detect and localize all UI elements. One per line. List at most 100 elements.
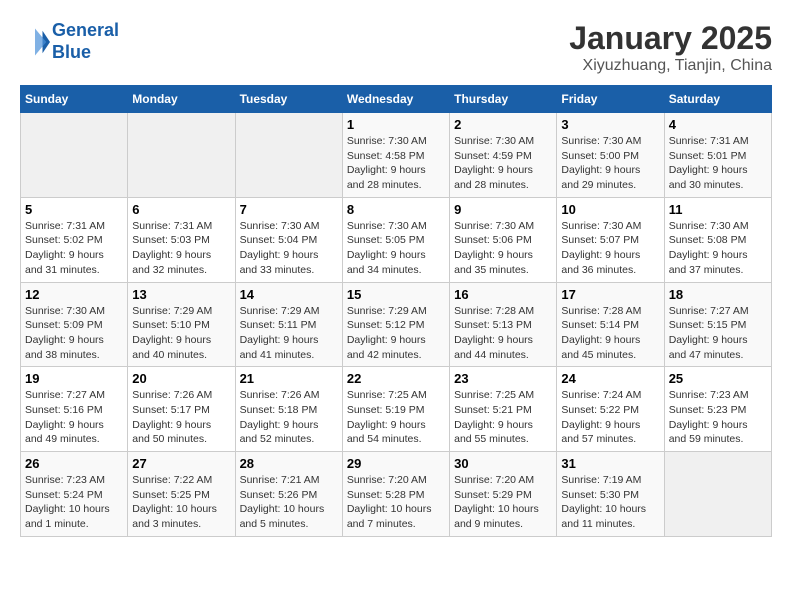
day-info: Sunrise: 7:26 AM Sunset: 5:17 PM Dayligh… bbox=[132, 388, 230, 447]
day-number: 26 bbox=[25, 456, 123, 471]
day-cell-15: 15 Sunrise: 7:29 AM Sunset: 5:12 PM Dayli… bbox=[342, 282, 449, 367]
day-number: 17 bbox=[561, 287, 659, 302]
week-row-4: 19 Sunrise: 7:27 AM Sunset: 5:16 PM Dayli… bbox=[21, 367, 772, 452]
day-header-sunday: Sunday bbox=[21, 86, 128, 113]
day-info: Sunrise: 7:25 AM Sunset: 5:21 PM Dayligh… bbox=[454, 388, 552, 447]
day-cell-26: 26 Sunrise: 7:23 AM Sunset: 5:24 PM Dayli… bbox=[21, 452, 128, 537]
day-cell-8: 8Sunrise: 7:30 AM Sunset: 5:05 PM Daylig… bbox=[342, 197, 449, 282]
day-info: Sunrise: 7:30 AM Sunset: 5:07 PM Dayligh… bbox=[561, 219, 659, 278]
day-cell-19: 19 Sunrise: 7:27 AM Sunset: 5:16 PM Dayli… bbox=[21, 367, 128, 452]
day-info: Sunrise: 7:29 AM Sunset: 5:12 PM Dayligh… bbox=[347, 304, 445, 363]
day-number: 14 bbox=[240, 287, 338, 302]
day-cell-29: 29 Sunrise: 7:20 AM Sunset: 5:28 PM Dayli… bbox=[342, 452, 449, 537]
month-title: January 2025 bbox=[569, 20, 772, 57]
day-info: Sunrise: 7:27 AM Sunset: 5:16 PM Dayligh… bbox=[25, 388, 123, 447]
day-number: 10 bbox=[561, 202, 659, 217]
empty-cell bbox=[235, 113, 342, 198]
day-info: Sunrise: 7:30 AM Sunset: 5:08 PM Dayligh… bbox=[669, 219, 767, 278]
day-info: Sunrise: 7:28 AM Sunset: 5:14 PM Dayligh… bbox=[561, 304, 659, 363]
day-info: Sunrise: 7:30 AM Sunset: 4:58 PM Dayligh… bbox=[347, 134, 445, 193]
day-cell-18: 18 Sunrise: 7:27 AM Sunset: 5:15 PM Dayli… bbox=[664, 282, 771, 367]
empty-cell bbox=[664, 452, 771, 537]
day-cell-6: 6 Sunrise: 7:31 AM Sunset: 5:03 PM Daylig… bbox=[128, 197, 235, 282]
day-cell-7: 7 Sunrise: 7:30 AM Sunset: 5:04 PM Daylig… bbox=[235, 197, 342, 282]
day-cell-10: 10 Sunrise: 7:30 AM Sunset: 5:07 PM Dayli… bbox=[557, 197, 664, 282]
day-number: 25 bbox=[669, 371, 767, 386]
day-cell-30: 30Sunrise: 7:20 AM Sunset: 5:29 PM Dayli… bbox=[450, 452, 557, 537]
day-number: 16 bbox=[454, 287, 552, 302]
week-row-3: 12Sunrise: 7:30 AM Sunset: 5:09 PM Dayli… bbox=[21, 282, 772, 367]
day-cell-14: 14 Sunrise: 7:29 AM Sunset: 5:11 PM Dayli… bbox=[235, 282, 342, 367]
day-number: 21 bbox=[240, 371, 338, 386]
day-info: Sunrise: 7:30 AM Sunset: 4:59 PM Dayligh… bbox=[454, 134, 552, 193]
day-number: 11 bbox=[669, 202, 767, 217]
days-header-row: SundayMondayTuesdayWednesdayThursdayFrid… bbox=[21, 86, 772, 113]
day-info: Sunrise: 7:23 AM Sunset: 5:23 PM Dayligh… bbox=[669, 388, 767, 447]
day-info: Sunrise: 7:29 AM Sunset: 5:11 PM Dayligh… bbox=[240, 304, 338, 363]
day-cell-20: 20Sunrise: 7:26 AM Sunset: 5:17 PM Dayli… bbox=[128, 367, 235, 452]
day-number: 7 bbox=[240, 202, 338, 217]
day-info: Sunrise: 7:27 AM Sunset: 5:15 PM Dayligh… bbox=[669, 304, 767, 363]
day-info: Sunrise: 7:21 AM Sunset: 5:26 PM Dayligh… bbox=[240, 473, 338, 532]
day-info: Sunrise: 7:31 AM Sunset: 5:03 PM Dayligh… bbox=[132, 219, 230, 278]
week-row-5: 26 Sunrise: 7:23 AM Sunset: 5:24 PM Dayli… bbox=[21, 452, 772, 537]
logo-icon bbox=[20, 27, 50, 57]
day-number: 24 bbox=[561, 371, 659, 386]
day-cell-13: 13 Sunrise: 7:29 AM Sunset: 5:10 PM Dayli… bbox=[128, 282, 235, 367]
day-header-thursday: Thursday bbox=[450, 86, 557, 113]
day-cell-25: 25 Sunrise: 7:23 AM Sunset: 5:23 PM Dayli… bbox=[664, 367, 771, 452]
day-number: 4 bbox=[669, 117, 767, 132]
logo-line1: General bbox=[52, 20, 119, 40]
day-cell-5: 5 Sunrise: 7:31 AM Sunset: 5:02 PM Daylig… bbox=[21, 197, 128, 282]
page-header: General Blue January 2025 Xiyuzhuang, Ti… bbox=[20, 20, 772, 75]
day-cell-1: 1 Sunrise: 7:30 AM Sunset: 4:58 PM Daylig… bbox=[342, 113, 449, 198]
day-info: Sunrise: 7:28 AM Sunset: 5:13 PM Dayligh… bbox=[454, 304, 552, 363]
day-number: 22 bbox=[347, 371, 445, 386]
day-info: Sunrise: 7:25 AM Sunset: 5:19 PM Dayligh… bbox=[347, 388, 445, 447]
day-number: 3 bbox=[561, 117, 659, 132]
location-title: Xiyuzhuang, Tianjin, China bbox=[569, 57, 772, 75]
day-number: 9 bbox=[454, 202, 552, 217]
empty-cell bbox=[128, 113, 235, 198]
day-info: Sunrise: 7:19 AM Sunset: 5:30 PM Dayligh… bbox=[561, 473, 659, 532]
day-cell-21: 21Sunrise: 7:26 AM Sunset: 5:18 PM Dayli… bbox=[235, 367, 342, 452]
empty-cell bbox=[21, 113, 128, 198]
day-number: 13 bbox=[132, 287, 230, 302]
day-header-wednesday: Wednesday bbox=[342, 86, 449, 113]
day-info: Sunrise: 7:24 AM Sunset: 5:22 PM Dayligh… bbox=[561, 388, 659, 447]
day-number: 5 bbox=[25, 202, 123, 217]
day-number: 1 bbox=[347, 117, 445, 132]
day-number: 6 bbox=[132, 202, 230, 217]
day-header-tuesday: Tuesday bbox=[235, 86, 342, 113]
logo: General Blue bbox=[20, 20, 119, 63]
day-cell-17: 17 Sunrise: 7:28 AM Sunset: 5:14 PM Dayli… bbox=[557, 282, 664, 367]
day-cell-27: 27Sunrise: 7:22 AM Sunset: 5:25 PM Dayli… bbox=[128, 452, 235, 537]
day-number: 19 bbox=[25, 371, 123, 386]
day-info: Sunrise: 7:20 AM Sunset: 5:29 PM Dayligh… bbox=[454, 473, 552, 532]
day-info: Sunrise: 7:23 AM Sunset: 5:24 PM Dayligh… bbox=[25, 473, 123, 532]
day-number: 15 bbox=[347, 287, 445, 302]
day-info: Sunrise: 7:30 AM Sunset: 5:04 PM Dayligh… bbox=[240, 219, 338, 278]
day-cell-12: 12Sunrise: 7:30 AM Sunset: 5:09 PM Dayli… bbox=[21, 282, 128, 367]
day-cell-11: 11 Sunrise: 7:30 AM Sunset: 5:08 PM Dayli… bbox=[664, 197, 771, 282]
day-cell-16: 16 Sunrise: 7:28 AM Sunset: 5:13 PM Dayli… bbox=[450, 282, 557, 367]
day-cell-28: 28Sunrise: 7:21 AM Sunset: 5:26 PM Dayli… bbox=[235, 452, 342, 537]
day-info: Sunrise: 7:30 AM Sunset: 5:09 PM Dayligh… bbox=[25, 304, 123, 363]
day-cell-23: 23 Sunrise: 7:25 AM Sunset: 5:21 PM Dayli… bbox=[450, 367, 557, 452]
week-row-1: 1 Sunrise: 7:30 AM Sunset: 4:58 PM Daylig… bbox=[21, 113, 772, 198]
day-number: 2 bbox=[454, 117, 552, 132]
title-block: January 2025 Xiyuzhuang, Tianjin, China bbox=[569, 20, 772, 75]
day-info: Sunrise: 7:29 AM Sunset: 5:10 PM Dayligh… bbox=[132, 304, 230, 363]
day-header-monday: Monday bbox=[128, 86, 235, 113]
day-info: Sunrise: 7:30 AM Sunset: 5:06 PM Dayligh… bbox=[454, 219, 552, 278]
day-cell-24: 24 Sunrise: 7:24 AM Sunset: 5:22 PM Dayli… bbox=[557, 367, 664, 452]
day-number: 23 bbox=[454, 371, 552, 386]
day-cell-31: 31Sunrise: 7:19 AM Sunset: 5:30 PM Dayli… bbox=[557, 452, 664, 537]
day-info: Sunrise: 7:31 AM Sunset: 5:02 PM Dayligh… bbox=[25, 219, 123, 278]
day-cell-22: 22 Sunrise: 7:25 AM Sunset: 5:19 PM Dayli… bbox=[342, 367, 449, 452]
day-info: Sunrise: 7:20 AM Sunset: 5:28 PM Dayligh… bbox=[347, 473, 445, 532]
day-number: 29 bbox=[347, 456, 445, 471]
day-number: 18 bbox=[669, 287, 767, 302]
day-cell-2: 2 Sunrise: 7:30 AM Sunset: 4:59 PM Daylig… bbox=[450, 113, 557, 198]
day-header-saturday: Saturday bbox=[664, 86, 771, 113]
